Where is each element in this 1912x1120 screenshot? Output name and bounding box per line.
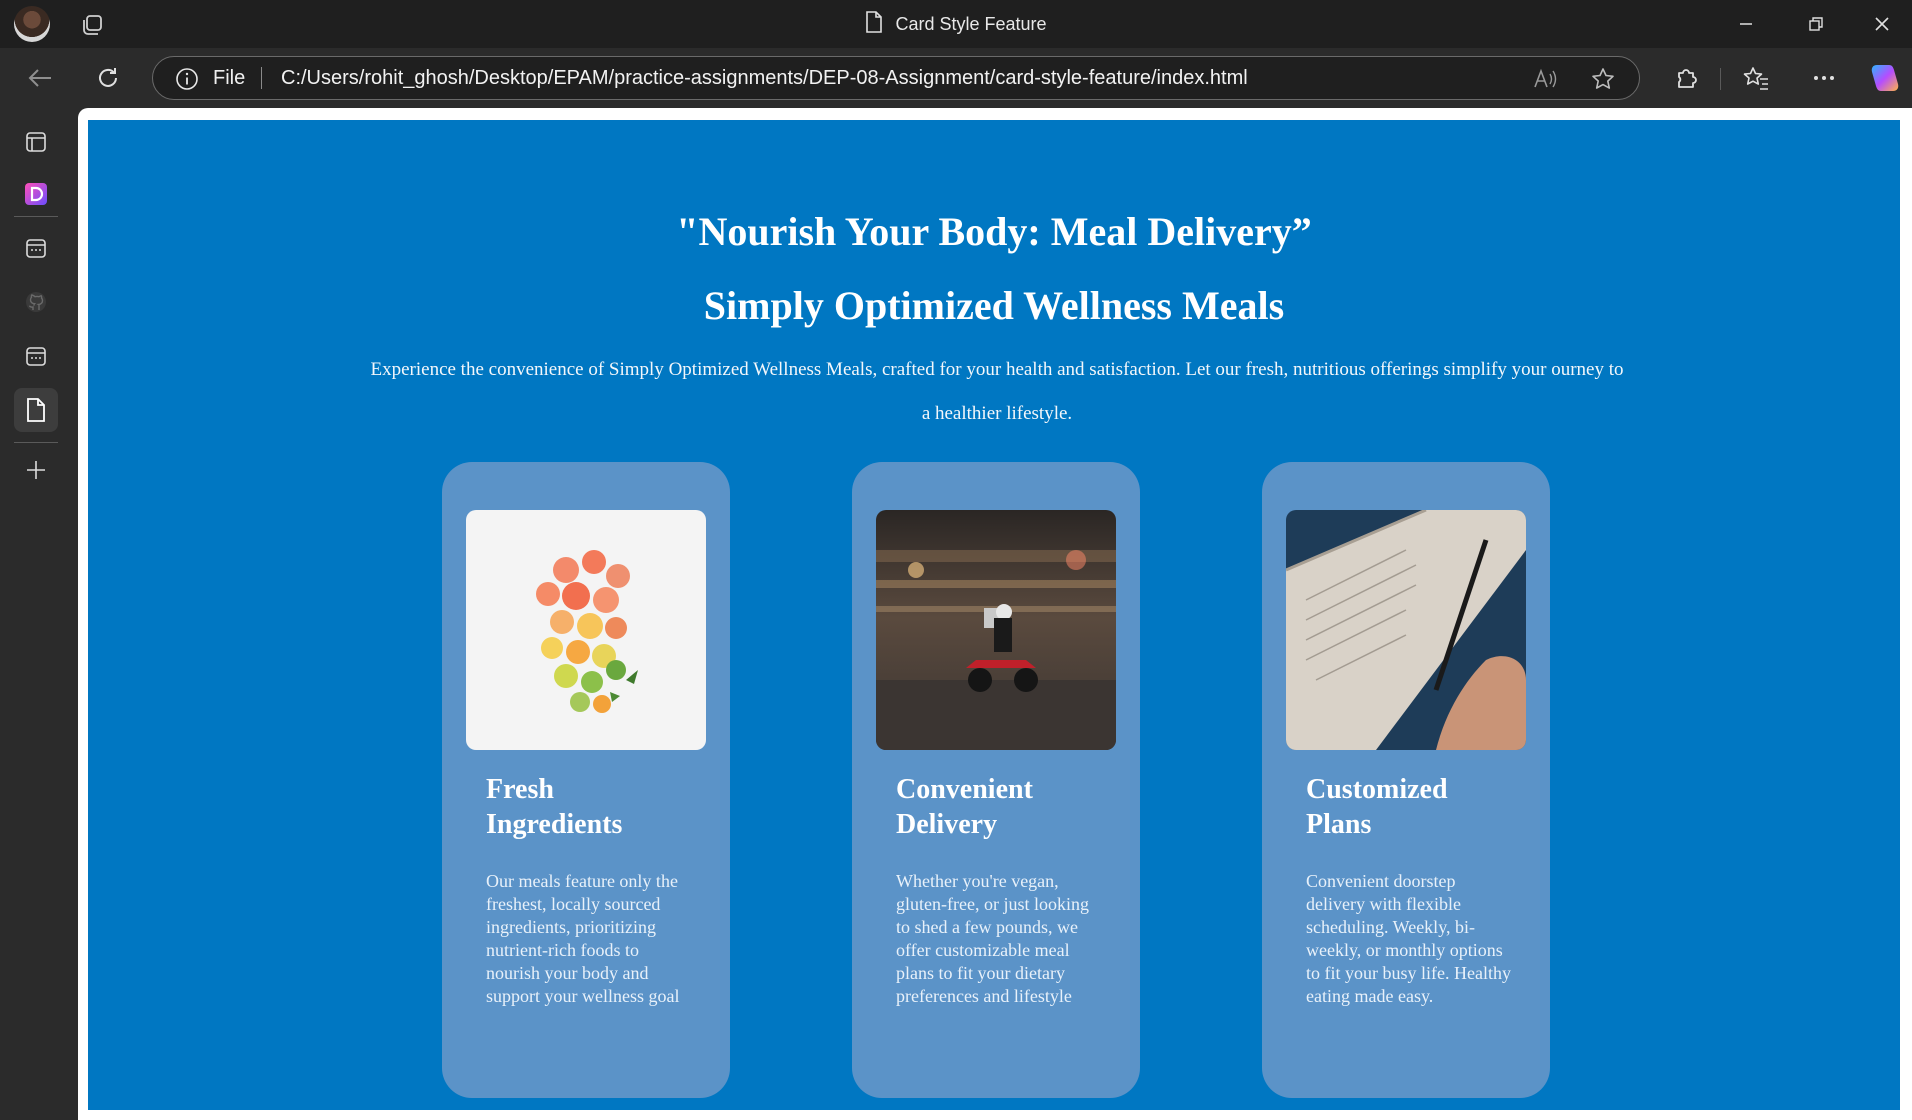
card-title: Fresh Ingredients — [486, 774, 623, 840]
restore-button[interactable] — [1786, 0, 1846, 48]
feature-card-fresh-ingredients: Fresh Ingredients Our meals feature only… — [442, 462, 730, 1098]
favorites-icon[interactable] — [1736, 58, 1776, 98]
card-text: Convenient doorstep delivery with flexib… — [1306, 871, 1511, 1006]
extensions-puzzle-icon[interactable] — [1666, 58, 1706, 98]
card-title: Convenient Delivery — [896, 774, 1033, 840]
browser-sidebar — [0, 108, 70, 1120]
sidebar-app-d-icon[interactable] — [14, 172, 58, 216]
sidebar-calendar-2-icon[interactable] — [14, 334, 58, 378]
card-text: Whether you're vegan, gluten-free, or ju… — [896, 871, 1089, 1006]
feature-card-convenient-delivery: Convenient Delivery Whether you're vegan… — [852, 462, 1140, 1098]
sidebar-tabs-icon[interactable] — [14, 120, 58, 164]
scheme-label: File — [213, 67, 246, 89]
sidebar-calendar-icon[interactable] — [14, 226, 58, 270]
window-title-bar: Card Style Feature — [0, 0, 1912, 48]
window-title: Card Style Feature — [0, 0, 1912, 48]
sidebar-divider — [14, 216, 58, 217]
window-title-text: Card Style Feature — [895, 13, 1047, 34]
copilot-icon[interactable] — [1866, 58, 1906, 98]
notebook-writing-image — [1286, 510, 1526, 750]
browser-toolbar: File C:/Users/rohit_ghosh/Desktop/EPAM/p… — [0, 48, 1912, 108]
close-window-button[interactable] — [1852, 0, 1912, 48]
add-favorite-star-icon[interactable] — [1591, 67, 1615, 91]
site-info-icon[interactable] — [175, 67, 199, 91]
page-body: "Nourish Your Body: Meal Delivery” Simpl… — [88, 120, 1900, 1110]
browser-viewport: "Nourish Your Body: Meal Delivery” Simpl… — [78, 108, 1912, 1120]
scooter-delivery-image — [876, 510, 1116, 750]
document-icon — [865, 10, 883, 38]
back-button[interactable] — [20, 58, 60, 98]
card-text: Our meals feature only the freshest, loc… — [486, 871, 680, 1006]
page-subheading: Simply Optimized Wellness Meals — [703, 283, 1285, 328]
address-divider — [261, 67, 262, 89]
refresh-button[interactable] — [88, 58, 128, 98]
page-heading: "Nourish Your Body: Meal Delivery” — [676, 209, 1312, 254]
sidebar-divider-2 — [14, 442, 58, 443]
page-description: Experience the convenience of Simply Opt… — [370, 359, 1624, 424]
card-title: Customized Plans — [1306, 774, 1448, 840]
feature-card-customized-plans: Customized Plans Convenient doorstep del… — [1262, 462, 1550, 1098]
address-bar[interactable]: File C:/Users/rohit_ghosh/Desktop/EPAM/p… — [152, 56, 1640, 100]
sidebar-github-icon[interactable] — [14, 280, 58, 324]
sidebar-current-page-icon[interactable] — [14, 388, 58, 432]
toolbar-divider — [1720, 68, 1721, 90]
url-text[interactable]: C:/Users/rohit_ghosh/Desktop/EPAM/practi… — [281, 57, 1248, 99]
minimize-button[interactable] — [1716, 0, 1776, 48]
sidebar-add-icon[interactable] — [14, 448, 58, 492]
citrus-fruits-image — [466, 510, 706, 750]
read-aloud-icon[interactable] — [1533, 68, 1557, 90]
more-options-icon[interactable] — [1804, 58, 1844, 98]
